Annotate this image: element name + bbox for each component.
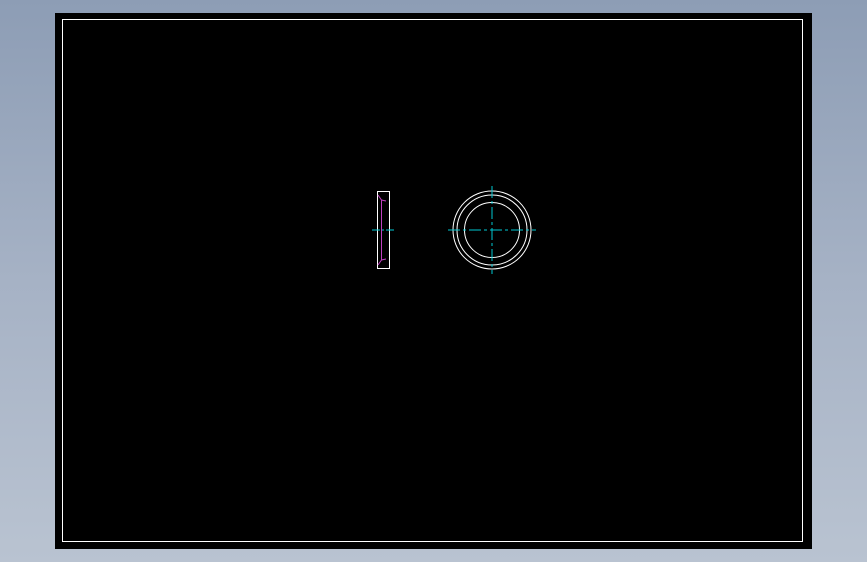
front-view	[448, 186, 536, 274]
side-view	[372, 191, 396, 269]
side-view-chamfer-bottom	[377, 258, 387, 266]
side-view-chamfer-top	[377, 194, 387, 202]
cad-drawing-canvas	[372, 186, 536, 274]
